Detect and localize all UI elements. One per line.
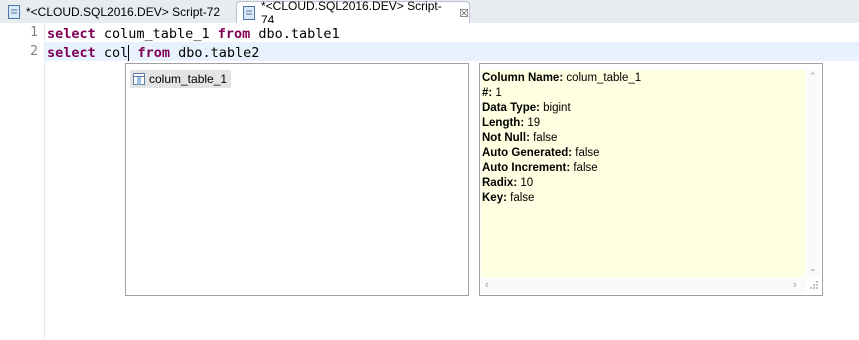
info-value: colum_table_1 xyxy=(563,72,642,84)
info-key: Length: xyxy=(482,117,525,129)
scroll-left-icon[interactable]: ‹ xyxy=(485,279,489,291)
info-key: Column Name: xyxy=(482,72,564,84)
keyword: select xyxy=(47,45,96,61)
autocomplete-item[interactable]: colum_table_1 xyxy=(130,70,232,88)
code-line-1[interactable]: select colum_table_1 from dbo.table1 xyxy=(47,25,340,44)
column-icon xyxy=(133,73,145,85)
close-icon[interactable]: ☒ xyxy=(459,7,469,20)
vertical-scrollbar[interactable]: ⌃ ⌄ xyxy=(806,70,820,277)
tab-script-74[interactable]: *<CLOUD.SQL2016.DEV> Script-74 ☒ xyxy=(236,0,470,27)
info-key: Radix: xyxy=(482,177,518,189)
info-key: Not Null: xyxy=(482,132,530,144)
sql-script-icon xyxy=(8,4,20,19)
info-row: Not Null: false xyxy=(482,131,557,146)
info-key: Data Type: xyxy=(482,102,540,114)
code-text: colum_table_1 xyxy=(95,26,218,42)
editor-tab-bar: *<CLOUD.SQL2016.DEV> Script-72 *<CLOUD.S… xyxy=(0,0,859,27)
tab-label: *<CLOUD.SQL2016.DEV> Script-72 xyxy=(26,4,221,19)
tab-script-72[interactable]: *<CLOUD.SQL2016.DEV> Script-72 xyxy=(2,1,236,22)
autocomplete-popup: colum_table_1 xyxy=(125,63,469,296)
column-info-panel: Column Name: colum_table_1 #: 1 Data Typ… xyxy=(479,63,823,296)
info-value: bigint xyxy=(539,102,571,114)
autocomplete-item-label: colum_table_1 xyxy=(149,72,228,86)
info-row: Data Type: bigint xyxy=(482,101,571,116)
info-key: Auto Generated: xyxy=(482,147,573,159)
scroll-right-icon[interactable]: › xyxy=(793,279,797,291)
scroll-down-icon[interactable]: ⌄ xyxy=(809,263,817,274)
code-text: dbo.table2 xyxy=(169,45,260,61)
info-value: 1 xyxy=(492,87,502,99)
info-value: false xyxy=(506,192,535,204)
code-text: dbo.table1 xyxy=(250,26,340,42)
info-key: Key: xyxy=(482,192,507,204)
resize-grip-icon[interactable] xyxy=(809,280,819,292)
info-key: Auto Increment: xyxy=(482,162,571,174)
info-row: Column Name: colum_table_1 xyxy=(482,71,641,86)
scroll-up-icon[interactable]: ⌃ xyxy=(809,71,817,82)
info-row: Auto Generated: false xyxy=(482,146,600,161)
code-text: col xyxy=(95,45,129,61)
info-key: #: xyxy=(482,87,493,99)
sql-script-icon xyxy=(243,6,255,20)
info-row: Key: false xyxy=(482,191,534,206)
line-number: 2 xyxy=(30,44,38,59)
info-row: Radix: 10 xyxy=(482,176,533,191)
info-row: Auto Increment: false xyxy=(482,161,598,176)
horizontal-scrollbar[interactable]: ‹ › xyxy=(481,278,805,293)
info-value: false xyxy=(572,147,600,159)
code-line-2[interactable]: select col from dbo.table2 xyxy=(47,44,259,63)
info-value: false xyxy=(529,132,558,144)
info-value: false xyxy=(570,162,598,174)
info-content: Column Name: colum_table_1 #: 1 Data Typ… xyxy=(481,70,805,277)
info-row: #: 1 xyxy=(482,86,502,101)
info-value: 10 xyxy=(517,177,534,189)
keyword: from xyxy=(217,26,251,42)
info-row: Length: 19 xyxy=(482,116,540,131)
line-number: 1 xyxy=(30,25,38,40)
keyword: select xyxy=(47,26,96,42)
keyword: from xyxy=(137,45,170,61)
line-number-gutter xyxy=(0,23,45,340)
info-value: 19 xyxy=(524,117,541,129)
